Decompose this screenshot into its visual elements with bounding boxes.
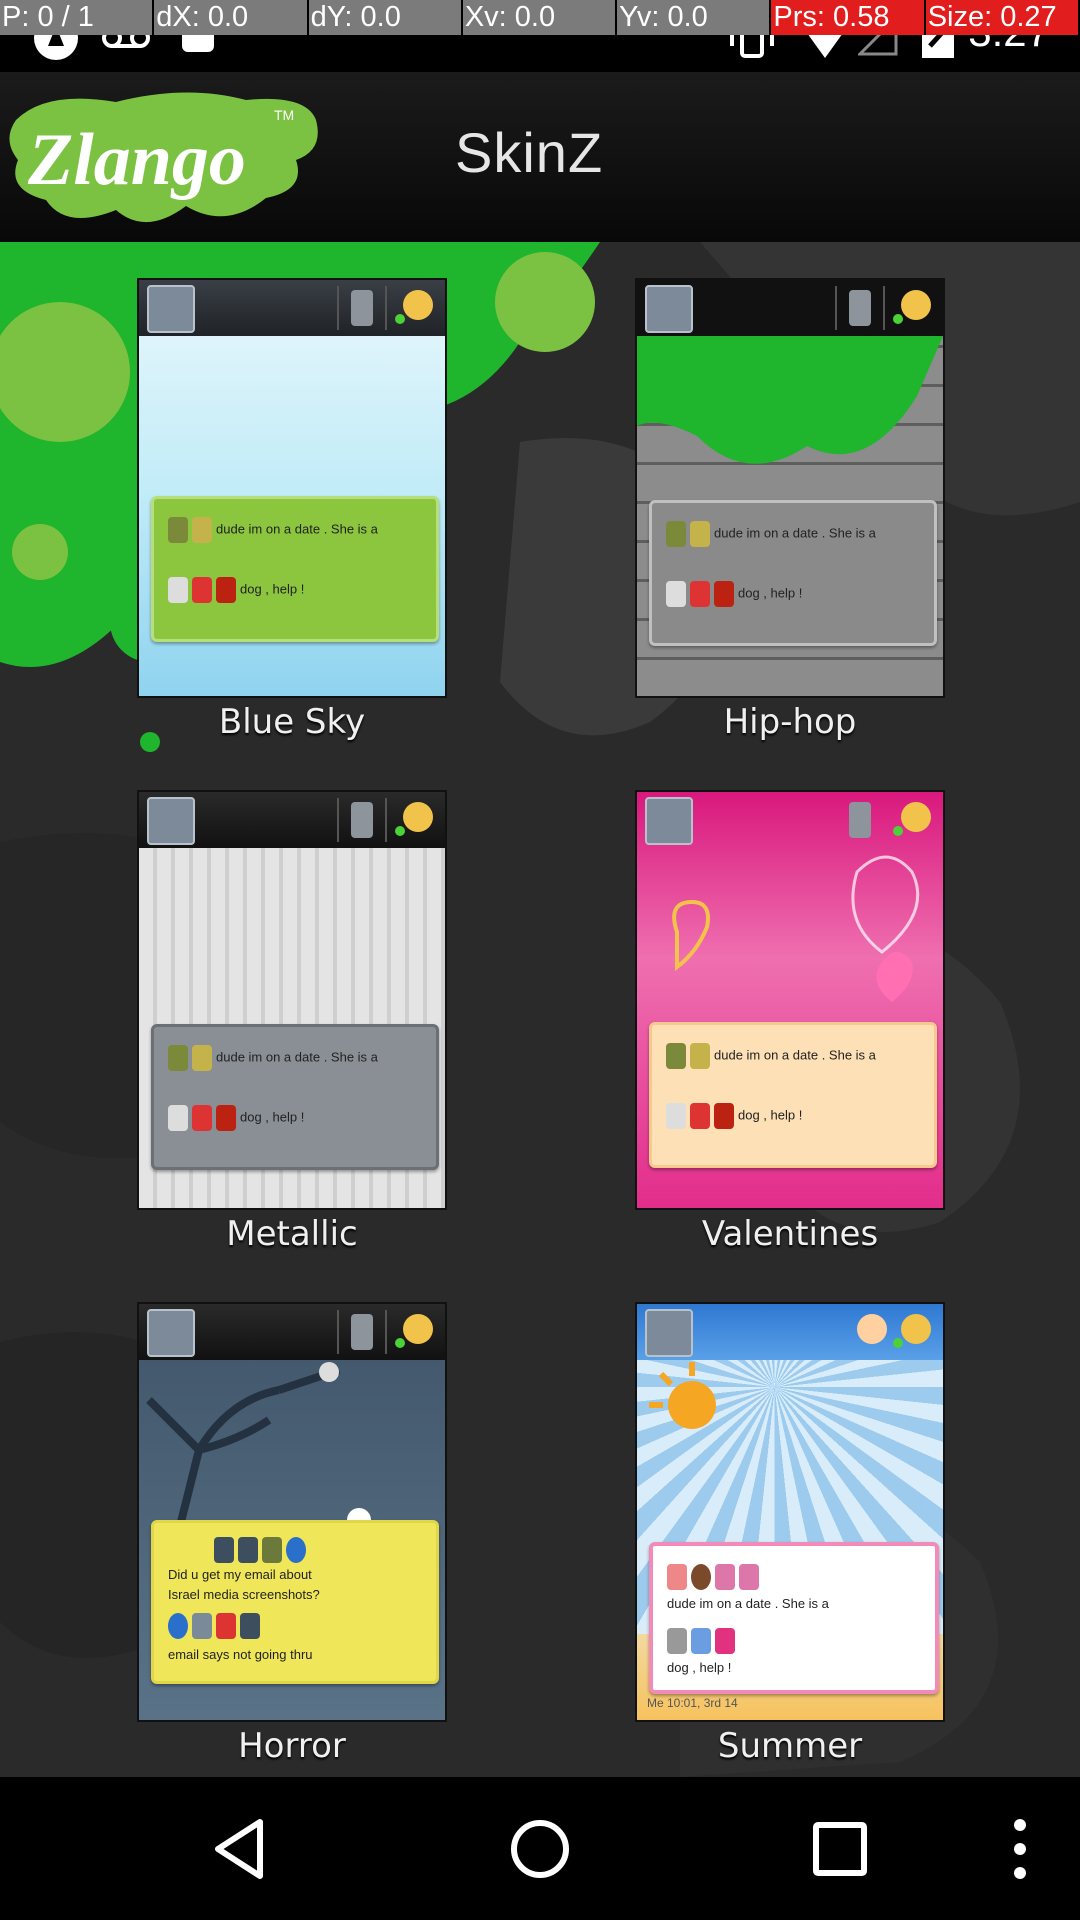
overflow-menu-button[interactable] [990,1777,1050,1920]
navigation-bar [0,1777,1080,1920]
app-header: Zlango TM SkinZ [0,72,1080,242]
skin-label: Blue Sky [218,702,366,742]
debug-dx: dX: 0.0 [154,0,309,35]
skin-preview: Did u get my email about Israel media sc… [139,1304,445,1720]
skin-label: Metallic [226,1214,358,1254]
page-title: SkinZ [455,121,604,184]
skin-label: Hip-hop [723,702,857,742]
skin-gallery: dude im on a date . She is a dog , help … [0,242,1080,1777]
status-bar: 3:27 P: 0 / 1 dX: 0.0 dY: 0.0 Xv: 0.0 Yv… [0,0,1080,72]
debug-size: Size: 0.27 [925,0,1080,35]
skin-preview: dude im on a date . She is a dog , help … [139,792,445,1208]
skin-blue-sky[interactable]: dude im on a date . She is a dog , help … [139,280,445,742]
skin-preview: dude im on a date . She is a dog , help … [637,1304,943,1720]
skin-metallic[interactable]: dude im on a date . She is a dog , help … [139,792,445,1254]
logo-text: Zlango [27,119,246,201]
overflow-menu-icon [1014,1818,1026,1879]
skin-horror[interactable]: Did u get my email about Israel media sc… [139,1304,445,1766]
zlango-logo: Zlango TM [9,92,318,223]
pointer-debug-bar: P: 0 / 1 dX: 0.0 dY: 0.0 Xv: 0.0 Yv: 0.0… [0,0,1080,35]
recents-icon [813,1821,867,1876]
recents-button[interactable] [790,1777,890,1920]
back-icon [215,1818,263,1879]
debug-pointer: P: 0 / 1 [0,0,155,35]
skin-label: Valentines [701,1214,879,1254]
skin-preview: dude im on a date . She is a dog , help … [637,280,943,696]
summer-footer: Me 10:01, 3rd 14 [647,1696,738,1710]
skin-valentines[interactable]: dude im on a date . She is a dog , help … [637,792,943,1254]
debug-yv: Yv: 0.0 [617,0,772,35]
debug-pressure: Prs: 0.58 [771,0,926,35]
skin-preview: dude im on a date . She is a dog , help … [637,792,943,1208]
skin-hip-hop[interactable]: dude im on a date . She is a dog , help … [637,280,943,742]
home-icon [511,1819,569,1878]
back-button[interactable] [190,1777,290,1920]
skin-preview: dude im on a date . She is a dog , help … [139,280,445,696]
skin-label: Horror [238,1726,346,1766]
debug-dy: dY: 0.0 [308,0,463,35]
skin-label: Summer [717,1726,863,1766]
skin-summer[interactable]: dude im on a date . She is a dog , help … [637,1304,943,1766]
svg-text:TM: TM [274,107,294,123]
home-button[interactable] [490,1777,590,1920]
debug-xv: Xv: 0.0 [462,0,618,35]
